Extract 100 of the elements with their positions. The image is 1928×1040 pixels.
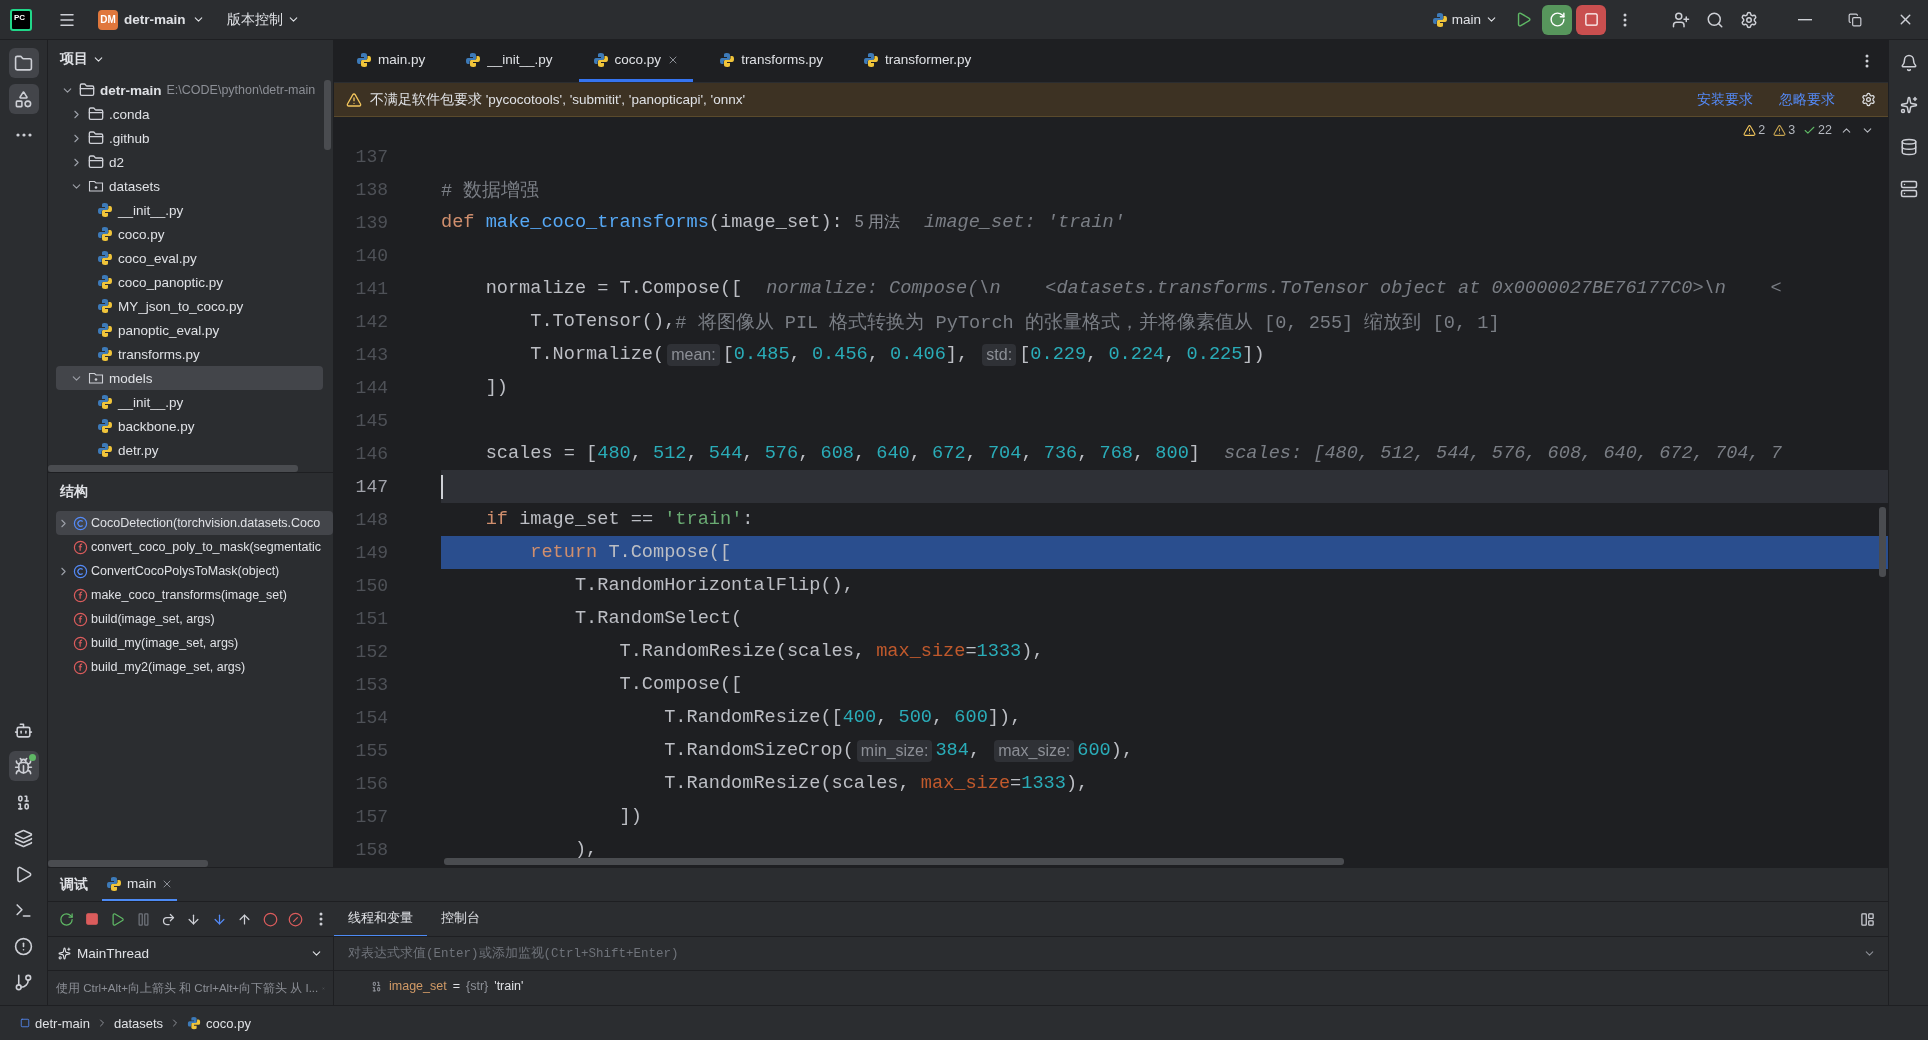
structure-item[interactable]: build(image_set, args) [56,607,333,631]
scrollbar[interactable] [48,465,298,472]
notification-link[interactable]: 忽略要求 [1779,90,1835,109]
scrollbar[interactable] [48,860,208,867]
code-token: = [1010,773,1022,794]
panel-title[interactable]: 项目 [60,50,88,68]
variable-name: image_set [389,979,447,993]
tree-item[interactable]: detr.py [56,438,323,462]
code-token: ), [1110,740,1134,761]
structure-label: CocoDetection(torchvision.datasets.Coco [91,516,321,530]
tree-item[interactable]: datasets [56,174,323,198]
scrollbar[interactable] [444,858,1344,865]
tree-item[interactable]: __init__.py [56,390,323,414]
tree-item[interactable]: .conda [56,102,323,126]
thread-selector[interactable]: MainThread [48,937,333,971]
python-file-icon [97,274,113,290]
settings-icon [1740,10,1758,29]
settings-icon[interactable] [1861,92,1876,107]
run-config-selector[interactable]: main [1425,11,1504,28]
tree-item[interactable]: panoptic_eval.py [56,318,323,342]
debug-button[interactable] [1542,4,1572,35]
structure-item[interactable]: build_my2(image_set, args) [56,655,333,679]
more-icon[interactable] [1623,12,1627,27]
structure-item[interactable]: convert_coco_poly_to_mask(segmentatic [56,535,333,559]
code-token: ]) [1242,344,1265,365]
app-logo[interactable]: PC [10,8,32,31]
tree-item[interactable]: coco_eval.py [56,246,323,270]
tree-item[interactable]: .github [56,126,323,150]
tool-window-button[interactable] [8,751,39,781]
code-token: , [876,707,889,728]
code-token: T.RandomSelect( [574,608,743,629]
code-token: , [742,443,755,464]
structure-item[interactable]: build_my(image_set, args) [56,631,333,655]
file-name: panoptic_eval.py [118,322,220,338]
more-icon[interactable] [15,133,32,137]
code-token: : [742,509,754,530]
code-token: 704 [987,443,1022,464]
code-token: [ [722,344,734,365]
tree-item[interactable]: coco.py [56,222,323,246]
sparkles-icon [1899,96,1918,114]
tree-item[interactable]: backbone.py [56,414,323,438]
structure-item[interactable]: make_coco_transforms(image_set) [56,583,333,607]
tree-item[interactable]: __init__.py [56,198,323,222]
stop-button[interactable] [1576,4,1606,35]
panel-tab[interactable]: 控制台 [427,901,494,937]
scrollbar[interactable] [1879,507,1886,577]
session-tab[interactable]: main [102,868,178,901]
python-file-icon [97,322,113,338]
stop-icon [1583,12,1599,27]
variable-row[interactable]: image_set = {str} 'train' [334,971,1888,1001]
tool-window-button[interactable] [8,84,39,114]
more-icon[interactable] [319,912,324,926]
code-token: [ [1019,344,1031,365]
code-token: make_coco_transforms [485,212,709,233]
error-count[interactable]: 2 [1743,123,1766,137]
project-selector[interactable]: DM detr-main [92,9,211,30]
tree-item[interactable]: d2 [56,150,323,174]
python-file-icon [187,1016,202,1030]
python-file-icon [592,51,609,68]
code-token: T.RandomResize(scales, [664,773,911,794]
editor-tab[interactable]: transformer.py [848,40,986,82]
warning-icon [1743,123,1757,137]
breadcrumb[interactable]: datasets [113,1015,164,1031]
folder-icon [79,82,95,98]
code-token: 1333 [976,641,1022,662]
more-icon[interactable] [1865,54,1869,68]
warning-count[interactable]: 3 [1773,123,1796,137]
notification-link[interactable]: 安装要求 [1697,90,1753,109]
check-count[interactable]: 22 [1803,123,1832,137]
code-token: 1333 [1021,773,1066,794]
tool-window-button[interactable] [8,48,39,78]
structure-label: make_coco_transforms(image_set) [91,588,287,602]
variable-value: 'train' [494,979,524,993]
code-token: 800 [1155,443,1189,464]
file-name: transforms.py [118,346,200,362]
tree-item[interactable]: coco_panoptic.py [56,270,323,294]
breadcrumb[interactable]: coco.py [187,1015,251,1031]
structure-item[interactable]: ConvertCocoPolysToMask(object) [56,559,333,583]
tree-item[interactable]: MY_json_to_coco.py [56,294,323,318]
code-token: # 将图像从 PIL 格式转换为 PyTorch 的张量格式，并将像素值从 [0, 255] 缩放到 [0, 1] [675,311,1500,335]
code-token: , [1133,443,1146,464]
code-token: T.RandomResize(scales, [619,641,866,662]
code-token: 600 [1077,740,1111,761]
scrollbar[interactable] [324,80,331,150]
usages-hint[interactable]: 5 用法 [854,212,901,233]
panel-tab[interactable]: 线程和变量 [334,901,427,937]
tree-item[interactable]: models [56,366,323,390]
tree-item[interactable]: detr-main E:\CODE\python\detr-main [56,78,323,102]
module-icon [20,1018,30,1028]
folder-icon [14,53,33,73]
editor-tab[interactable]: transforms.py [705,40,837,82]
editor-tab[interactable]: main.py [342,40,440,82]
structure-item[interactable]: CocoDetection(torchvision.datasets.Coco [56,511,333,535]
watch-input-field[interactable]: 对表达式求值(Enter)或添加监视(Ctrl+Shift+Enter) [346,945,1855,962]
editor-tab[interactable]: __init__.py [451,40,567,82]
breadcrumb[interactable]: detr-main [20,1015,90,1031]
code-token: = [965,641,977,662]
tree-item[interactable]: transforms.py [56,342,323,366]
code-token: T.Compose([ [608,542,732,563]
vcs-menu[interactable]: 版本控制 [220,10,306,29]
